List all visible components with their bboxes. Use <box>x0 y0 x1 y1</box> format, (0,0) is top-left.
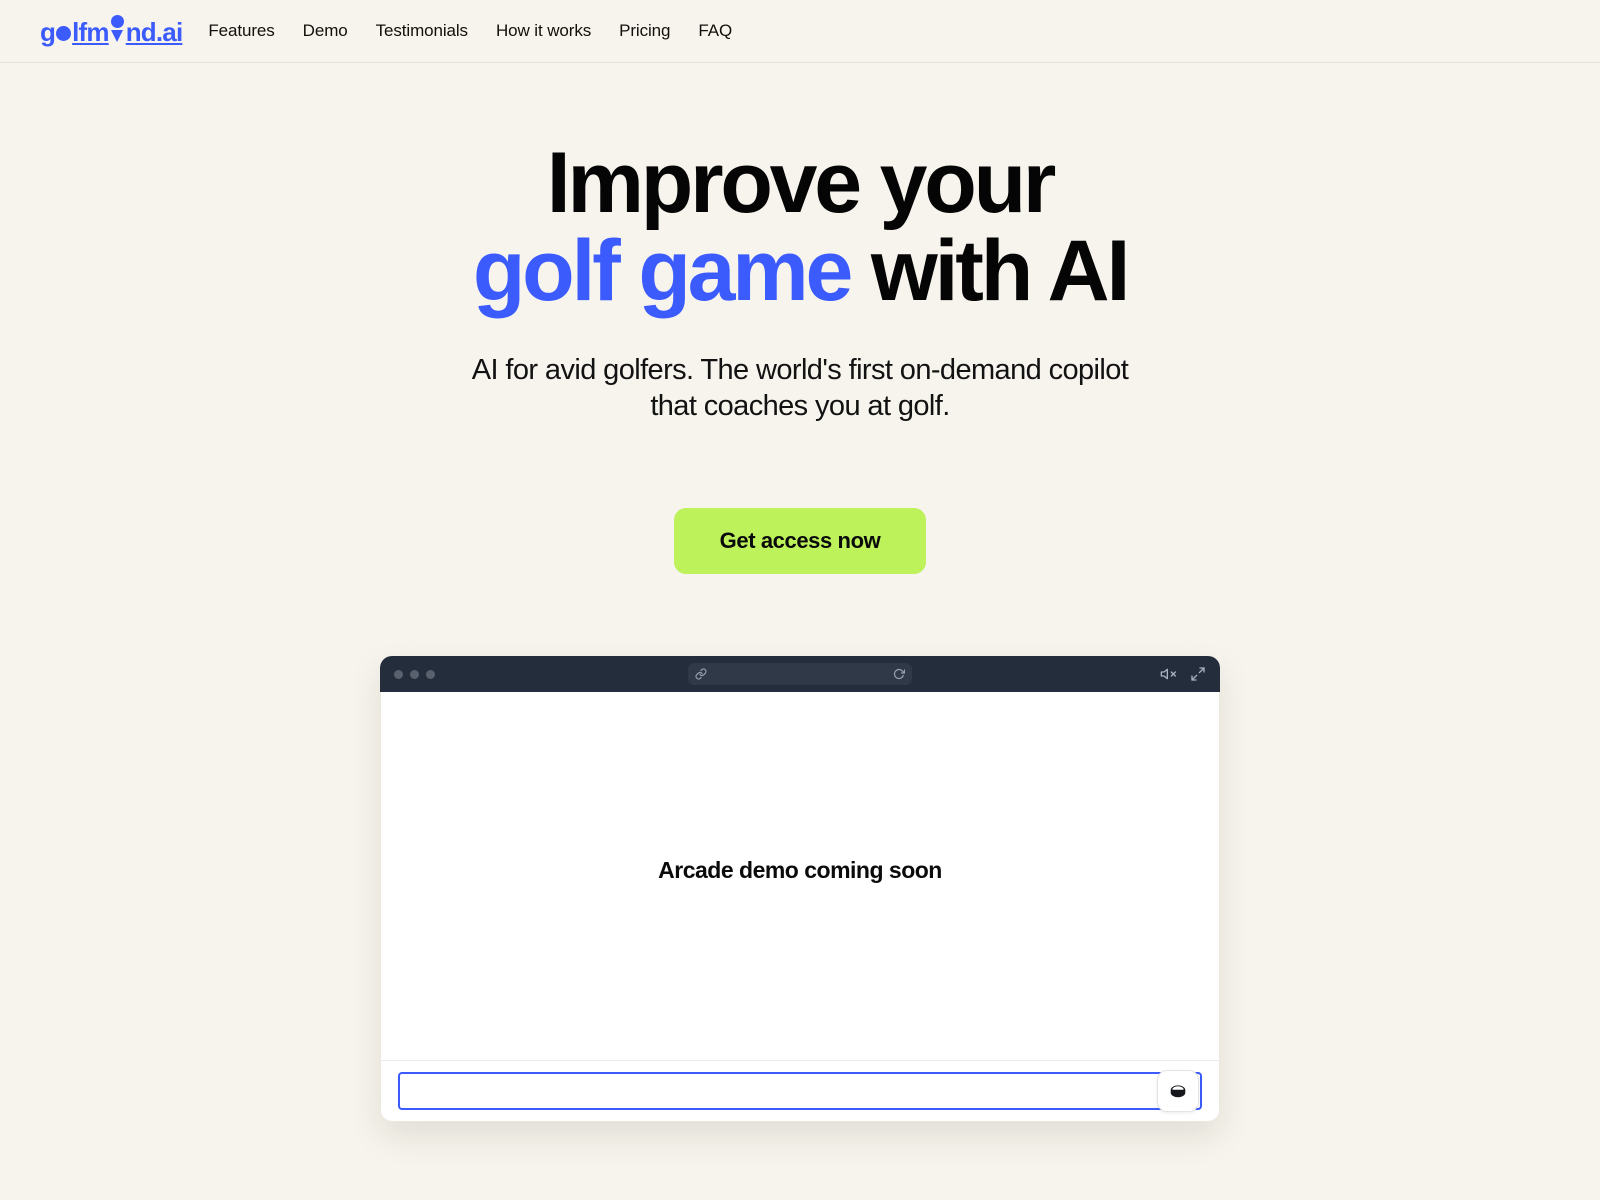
site-header: g lfm nd.ai Features Demo Testimonials H… <box>0 0 1600 63</box>
password-manager-icon[interactable] <box>1157 1070 1199 1113</box>
link-icon <box>695 668 707 680</box>
traffic-light-close-icon[interactable] <box>394 669 403 679</box>
demo-address-bar[interactable] <box>688 663 912 686</box>
hero-title-line-2: golf game with AI <box>0 227 1600 316</box>
hero-section: Improve your golf game with AI AI for av… <box>0 63 1600 575</box>
traffic-light-minimize-icon[interactable] <box>410 669 419 679</box>
nav-item-demo[interactable]: Demo <box>303 21 348 41</box>
golf-tee-icon <box>110 15 125 45</box>
demo-section: Arcade demo coming soon <box>0 656 1600 1123</box>
page-main: Improve your golf game with AI AI for av… <box>0 63 1600 1123</box>
nav-item-faq[interactable]: FAQ <box>698 21 732 41</box>
hero-title-rest: with AI <box>850 222 1130 319</box>
nav-item-pricing[interactable]: Pricing <box>619 21 670 41</box>
demo-browser-chrome <box>380 656 1220 693</box>
main-nav: Features Demo Testimonials How it works … <box>208 21 732 41</box>
demo-chrome-controls <box>1160 666 1206 682</box>
demo-text-input[interactable] <box>398 1072 1202 1111</box>
speaker-muted-icon[interactable] <box>1160 666 1176 682</box>
nav-item-features[interactable]: Features <box>208 21 274 41</box>
get-access-button[interactable]: Get access now <box>673 508 927 575</box>
demo-browser-card: Arcade demo coming soon <box>380 656 1220 1123</box>
reload-icon[interactable] <box>893 668 905 680</box>
brand-text-part3: nd.ai <box>125 17 183 47</box>
demo-placeholder-text: Arcade demo coming soon <box>658 856 942 883</box>
nav-item-testimonials[interactable]: Testimonials <box>376 21 468 41</box>
golf-ball-icon <box>56 25 72 41</box>
page-title: Improve your golf game with AI <box>0 135 1600 316</box>
expand-arrows-icon[interactable] <box>1190 666 1206 682</box>
password-manager-glyph <box>1170 1085 1186 1098</box>
traffic-lights <box>394 669 435 679</box>
hero-title-line-1: Improve your <box>546 135 1057 231</box>
traffic-light-maximize-icon[interactable] <box>426 669 435 679</box>
hero-subtitle: AI for avid golfers. The world's first o… <box>471 354 1129 422</box>
demo-viewport: Arcade demo coming soon <box>380 692 1220 1061</box>
demo-footer-bar <box>380 1060 1220 1123</box>
brand-text-part1: g <box>40 17 56 47</box>
nav-item-how-it-works[interactable]: How it works <box>496 21 591 41</box>
brand-logo[interactable]: g lfm nd.ai <box>40 15 183 47</box>
cta-container: Get access now <box>0 508 1600 575</box>
brand-text-part2: lfm <box>72 17 109 47</box>
hero-title-accent: golf game <box>472 222 854 319</box>
